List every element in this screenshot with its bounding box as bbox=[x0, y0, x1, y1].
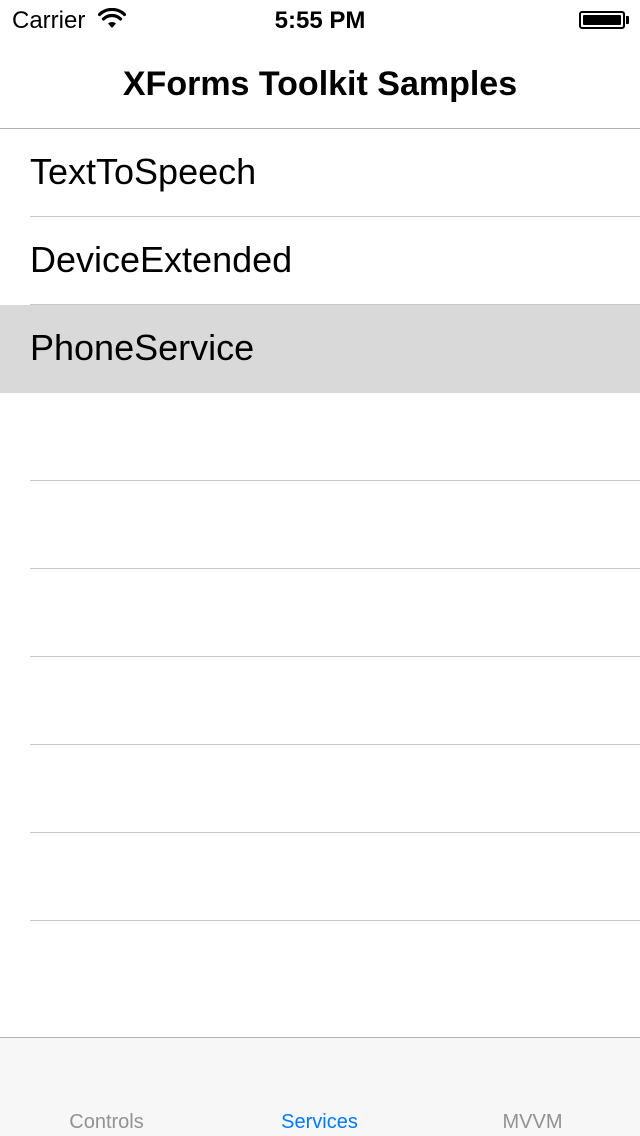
tab-mvvm[interactable]: MVVM bbox=[426, 1038, 639, 1136]
tab-label: Services bbox=[281, 1111, 358, 1133]
empty-row bbox=[0, 481, 640, 569]
battery-tip bbox=[626, 16, 629, 24]
app-screen: Carrier 5:55 PM XForms Toolkit Samples T… bbox=[0, 0, 640, 1136]
tab-label: MVVM bbox=[502, 1111, 563, 1133]
empty-row bbox=[0, 833, 640, 921]
battery-icon bbox=[579, 11, 625, 29]
list-item-deviceextended[interactable]: DeviceExtended bbox=[0, 217, 640, 305]
list-item-label: DeviceExtended bbox=[30, 239, 293, 280]
page-title: XForms Toolkit Samples bbox=[122, 65, 518, 103]
tab-label: Controls bbox=[69, 1111, 144, 1133]
list-item-label: TextToSpeech bbox=[30, 151, 257, 192]
list-item-phoneservice[interactable]: PhoneService bbox=[0, 305, 640, 393]
samples-list[interactable]: TextToSpeech DeviceExtended PhoneService bbox=[0, 129, 640, 1037]
status-bar: Carrier 5:55 PM bbox=[0, 0, 640, 40]
navigation-bar: XForms Toolkit Samples bbox=[0, 40, 640, 129]
empty-row bbox=[0, 569, 640, 657]
tab-bar: Controls Services MVVM bbox=[0, 1037, 640, 1136]
list-item-texttospeech[interactable]: TextToSpeech bbox=[0, 129, 640, 217]
tab-controls[interactable]: Controls bbox=[0, 1038, 213, 1136]
empty-row bbox=[0, 393, 640, 481]
clock-time: 5:55 PM bbox=[274, 7, 366, 34]
empty-row bbox=[0, 657, 640, 745]
list-item-label: PhoneService bbox=[30, 327, 255, 368]
empty-row bbox=[0, 745, 640, 833]
empty-row bbox=[0, 921, 640, 1009]
tab-services[interactable]: Services bbox=[213, 1038, 426, 1136]
